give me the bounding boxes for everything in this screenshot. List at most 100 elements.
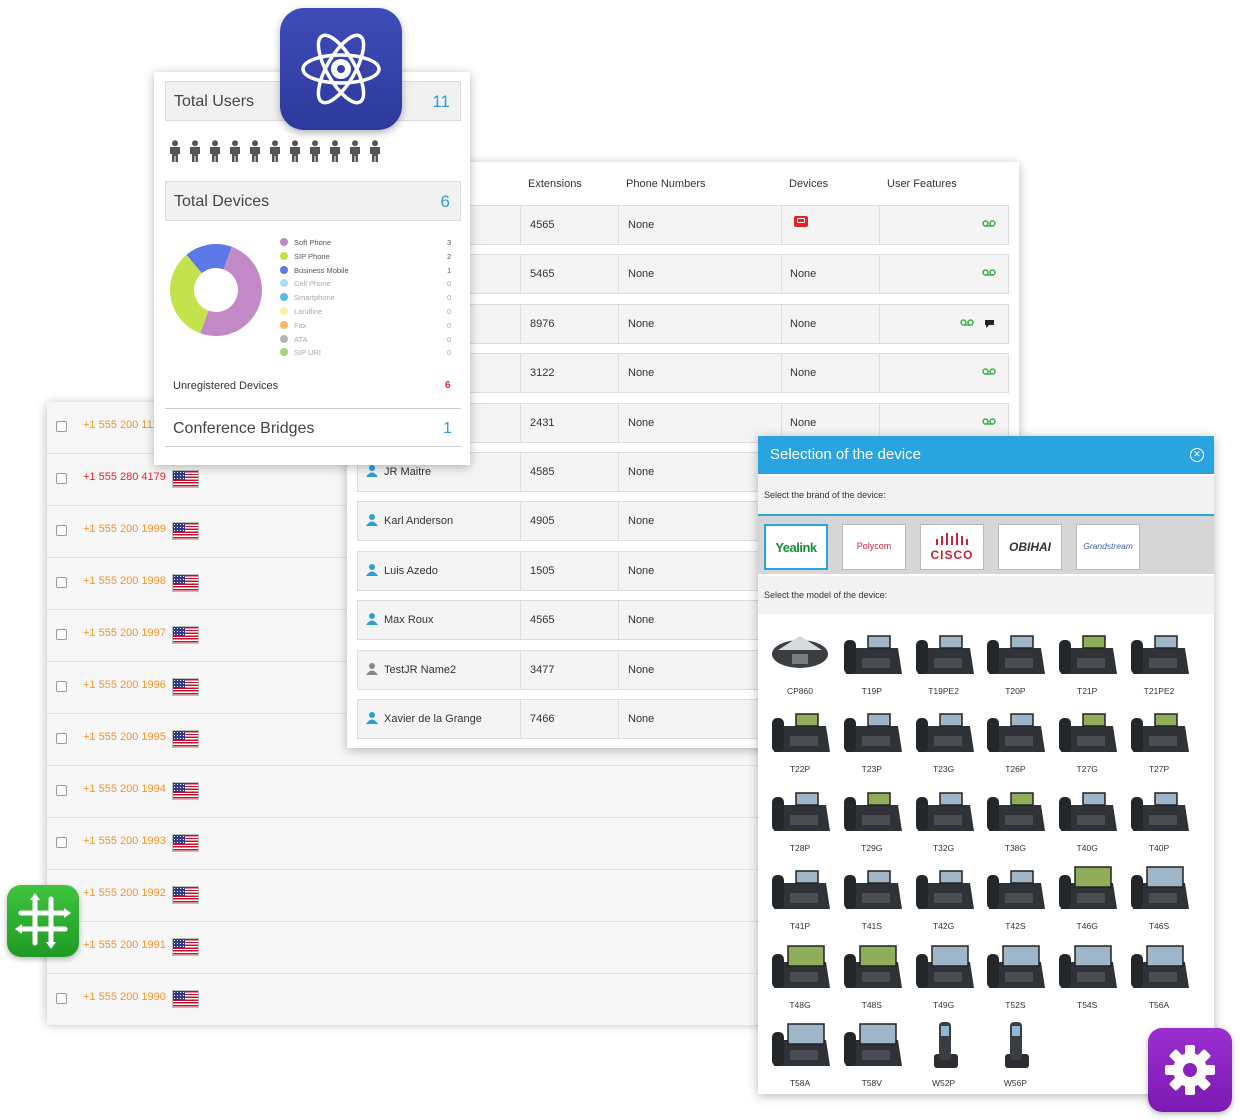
device-model[interactable]: CP860	[764, 624, 836, 698]
device-model[interactable]: T19P	[836, 624, 908, 698]
device-model[interactable]: T23G	[908, 702, 980, 776]
brand-grandstream[interactable]: Grandstream	[1076, 524, 1140, 570]
legend-dot	[280, 348, 288, 357]
number-row[interactable]: +1 555 200 1992	[47, 870, 777, 922]
device-model-label: CP860	[787, 686, 813, 696]
row-checkbox[interactable]	[56, 837, 67, 848]
device-model[interactable]: T58V	[836, 1016, 908, 1090]
device-model[interactable]: W56P	[979, 1016, 1051, 1090]
device-model[interactable]: T41S	[836, 859, 908, 933]
phone-number[interactable]: +1 555 200 1999	[83, 523, 166, 535]
device-model[interactable]: T19PE2	[908, 624, 980, 698]
brand-cisco[interactable]: CISCO	[920, 524, 984, 570]
row-checkbox[interactable]	[56, 681, 67, 692]
phone-number[interactable]: +1 555 200 1992	[83, 887, 166, 899]
device-model[interactable]: T21PE2	[1123, 624, 1195, 698]
row-checkbox[interactable]	[56, 473, 67, 484]
device-model[interactable]: T42G	[908, 859, 980, 933]
chat-icon[interactable]	[984, 319, 996, 329]
user-name[interactable]: Karl Anderson	[384, 515, 453, 527]
close-icon[interactable]: ✕	[1190, 448, 1204, 462]
legend-item: Landline	[280, 307, 322, 316]
user-name[interactable]: Max Roux	[384, 614, 434, 626]
admin-user-icon	[366, 514, 378, 527]
total-devices-box[interactable]: Total Devices 6	[165, 181, 461, 221]
device-model[interactable]: T29G	[836, 781, 908, 855]
brand-polycom[interactable]: Polycom	[842, 524, 906, 570]
device-model[interactable]: T23P	[836, 702, 908, 776]
number-row[interactable]: +1 555 200 1993	[47, 818, 777, 870]
row-checkbox[interactable]	[56, 993, 67, 1004]
row-checkbox[interactable]	[56, 421, 67, 432]
voicemail-icon[interactable]	[960, 319, 974, 326]
number-row[interactable]: +1 555 200 1991	[47, 922, 777, 974]
legend-count: 0	[447, 293, 452, 303]
device-model[interactable]: T49G	[908, 938, 980, 1012]
phone-number[interactable]: +1 555 200 1997	[83, 627, 166, 639]
row-checkbox[interactable]	[56, 733, 67, 744]
device-model[interactable]: T48S	[836, 938, 908, 1012]
device-model[interactable]: T46G	[1051, 859, 1123, 933]
phone-number[interactable]: +1 555 200 1111	[83, 419, 163, 431]
device-model[interactable]: T27P	[1123, 702, 1195, 776]
device-model[interactable]: T21P	[1051, 624, 1123, 698]
device-model[interactable]: T58A	[764, 1016, 836, 1090]
legend-count: 3	[447, 238, 452, 247]
device-model[interactable]: T22P	[764, 702, 836, 776]
desk-phone-icon	[843, 635, 902, 674]
phone-number[interactable]: +1 555 200 1991	[83, 939, 166, 951]
device-model[interactable]: T32G	[908, 781, 980, 855]
device-model[interactable]: T40P	[1123, 781, 1195, 855]
device-model[interactable]: T52S	[979, 938, 1051, 1012]
phone-number[interactable]: +1 555 200 1998	[83, 575, 166, 587]
phone-number[interactable]: +1 555 200 1993	[83, 835, 166, 847]
user-name[interactable]: Xavier de la Grange	[384, 713, 482, 725]
device-model[interactable]: T40G	[1051, 781, 1123, 855]
device-model[interactable]: T54S	[1051, 938, 1123, 1012]
row-checkbox[interactable]	[56, 785, 67, 796]
number-row[interactable]: +1 555 200 1990	[47, 974, 777, 1026]
legend-item: Fax	[280, 320, 307, 330]
phone-number[interactable]: +1 555 200 1990	[83, 991, 166, 1003]
model-prompt: Select the model of the device:	[764, 590, 888, 600]
phone-number[interactable]: +1 555 280 4179	[83, 471, 166, 483]
device-model[interactable]: T48G	[764, 938, 836, 1012]
number-row[interactable]: +1 555 200 1994	[47, 766, 777, 818]
desk-phone-icon	[915, 635, 974, 674]
device-model[interactable]: T41P	[764, 859, 836, 933]
device-model[interactable]: T28P	[764, 781, 836, 855]
device-model-label: T54S	[1077, 999, 1098, 1010]
phone-number[interactable]: +1 555 200 1995	[83, 731, 166, 743]
device-model[interactable]: T42S	[979, 859, 1051, 933]
user-name[interactable]: JR Maitre	[384, 466, 431, 478]
device-model[interactable]: T26P	[979, 702, 1051, 776]
device-model[interactable]: T27G	[1051, 702, 1123, 776]
admin-user-icon	[366, 712, 378, 724]
voicemail-icon[interactable]	[982, 220, 996, 227]
legend-label: Business Mobile	[294, 265, 349, 275]
desk-phone-icon	[1059, 792, 1118, 831]
row-checkbox[interactable]	[56, 525, 67, 536]
brand-obihai[interactable]: OBIHAI	[998, 524, 1062, 570]
row-checkbox[interactable]	[56, 577, 67, 588]
voicemail-icon[interactable]	[982, 269, 996, 277]
brand-yealink[interactable]: Yealink	[764, 524, 828, 570]
device-model[interactable]: W52P	[908, 1016, 980, 1090]
user-name[interactable]: TestJR Name2	[384, 664, 456, 676]
device-model[interactable]: T38G	[979, 781, 1051, 855]
voicemail-icon[interactable]	[982, 417, 996, 425]
device-model[interactable]: T46S	[1123, 859, 1195, 933]
phone-number[interactable]: +1 555 200 1996	[83, 679, 166, 691]
device-model-label: T26P	[1005, 764, 1026, 775]
voicemail-icon[interactable]	[982, 368, 996, 375]
conference-bridges-label[interactable]: Conference Bridges	[173, 420, 314, 438]
phone-number[interactable]: +1 555 200 1994	[83, 783, 166, 795]
extension: 3122	[530, 367, 555, 380]
device-model[interactable]: T20P	[979, 624, 1051, 698]
row-checkbox[interactable]	[56, 629, 67, 640]
device-model[interactable]: T56A	[1123, 938, 1195, 1012]
softphone-device-icon[interactable]	[794, 216, 808, 227]
device-model-label: T21PE2	[1143, 686, 1175, 696]
user-name[interactable]: Luis Azedo	[384, 565, 438, 577]
modal-header: Selection of the device ✕	[758, 436, 1214, 474]
